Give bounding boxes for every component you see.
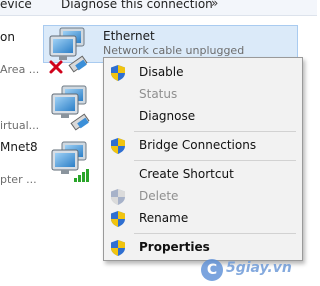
menu-item-create-shortcut[interactable]: Create Shortcut <box>139 167 234 181</box>
shield-icon <box>111 189 125 205</box>
menu-item-properties[interactable]: Properties <box>139 240 210 254</box>
menu-item-bridge-connections[interactable]: Bridge Connections <box>139 138 256 152</box>
watermark-text: 5giay.vn <box>226 260 292 276</box>
ethernet-adapter-icon <box>49 27 88 74</box>
menu-item-delete[interactable]: Delete <box>139 189 178 203</box>
network-connections-window: evice Diagnose this connection » on Area… <box>0 0 317 286</box>
toolbar-diagnose-connection[interactable]: Diagnose this connection <box>61 0 213 11</box>
left-caption-2: Area ... <box>0 63 40 76</box>
command-bar: evice Diagnose this connection » <box>0 0 317 16</box>
shield-icon <box>111 138 125 154</box>
left-caption-4: Mnet8 <box>0 140 38 154</box>
watermark-logo: C <box>201 259 223 281</box>
shield-icon <box>111 65 125 81</box>
toolbar-item-device[interactable]: evice <box>0 0 32 11</box>
menu-item-diagnose[interactable]: Diagnose <box>139 109 195 123</box>
wireless-adapter-icon[interactable] <box>48 140 104 190</box>
menu-item-status[interactable]: Status <box>139 87 177 101</box>
left-caption-3: irtual... <box>0 119 40 132</box>
menu-separator <box>134 233 296 234</box>
menu-separator <box>134 131 296 132</box>
menu-separator <box>134 160 296 161</box>
context-menu: Disable Status Diagnose Bridge Connectio… <box>103 57 303 261</box>
shield-icon <box>111 211 125 227</box>
adapter-status: Network cable unplugged <box>103 44 245 57</box>
toolbar-more-chevron-icon[interactable]: » <box>211 0 218 10</box>
left-caption-1: on <box>0 30 15 44</box>
shield-icon <box>111 240 125 256</box>
network-adapter-icon[interactable] <box>48 84 104 134</box>
adapter-name: Ethernet <box>103 29 155 43</box>
menu-item-rename[interactable]: Rename <box>139 211 188 225</box>
menu-item-disable[interactable]: Disable <box>139 65 184 79</box>
left-caption-5: pter ... <box>0 173 37 186</box>
